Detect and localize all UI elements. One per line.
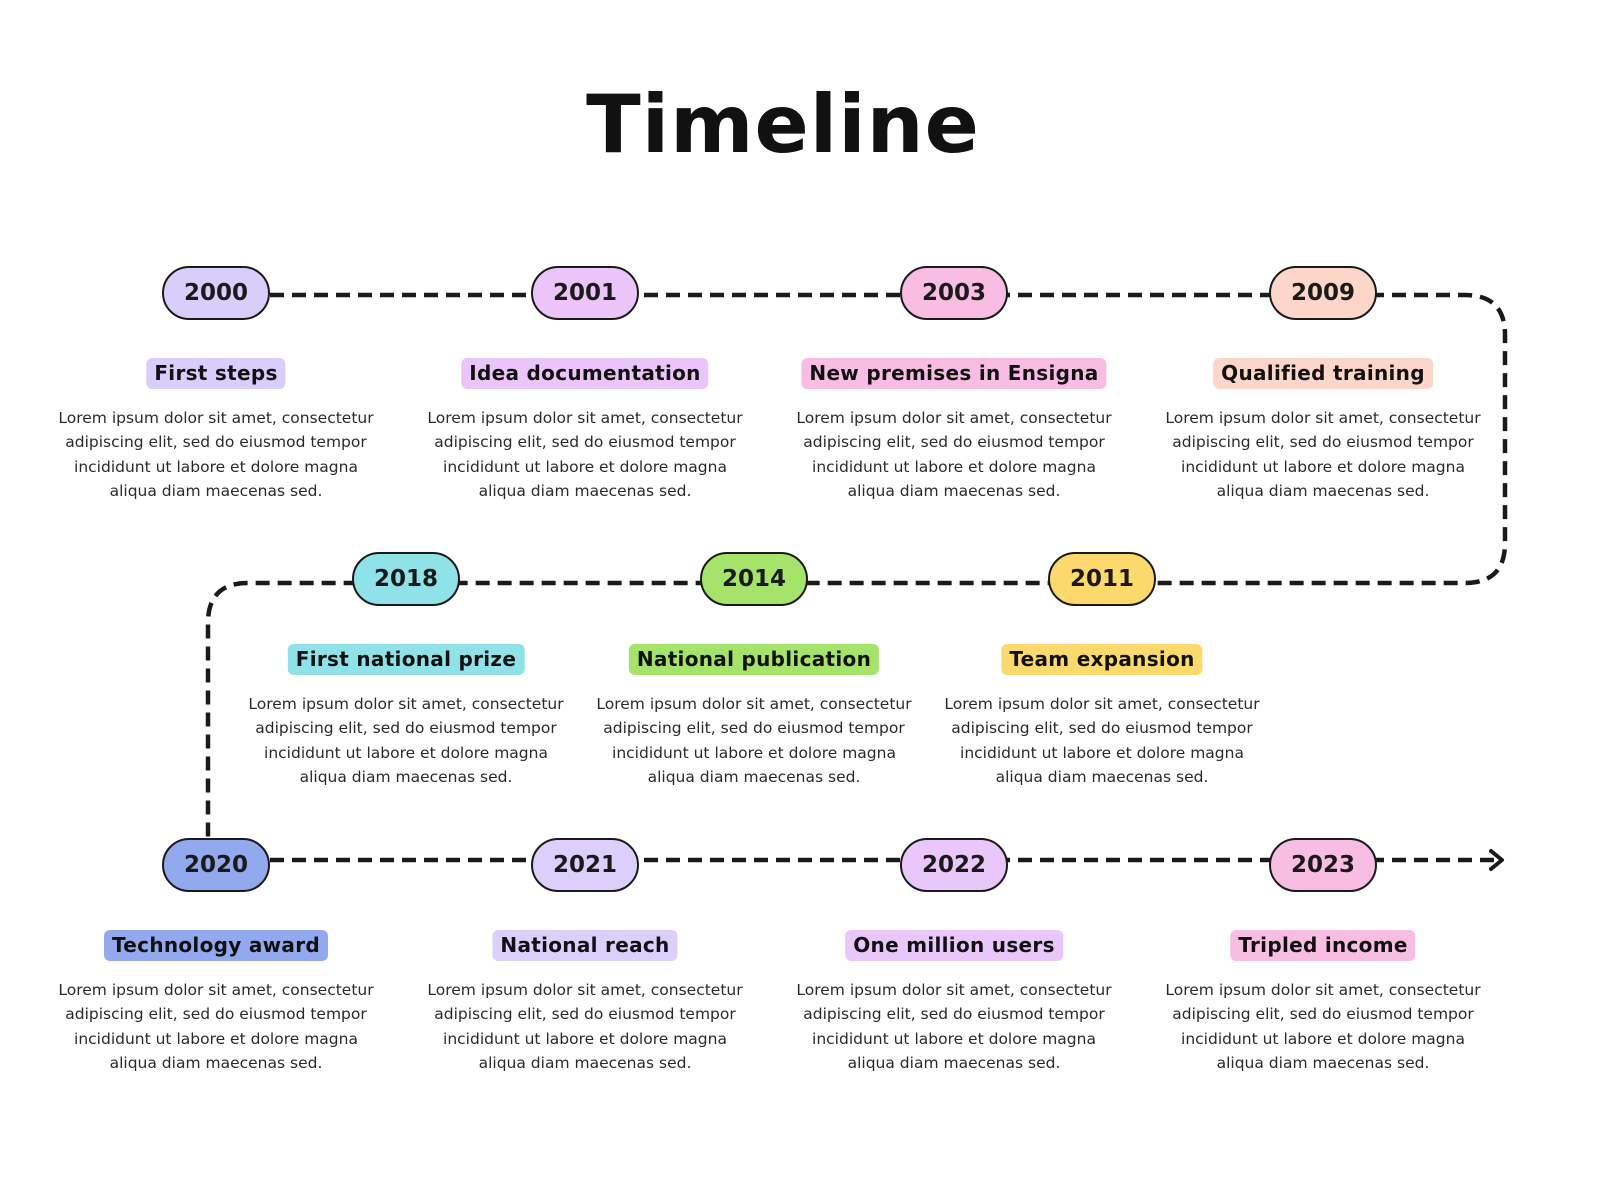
event-label: New premises in Ensigna — [801, 358, 1107, 389]
year-pill: 2014 — [700, 552, 808, 606]
event-description: Lorem ipsum dolor sit amet, consectetur a… — [796, 409, 1112, 500]
year-pill: 2011 — [1048, 552, 1156, 606]
event-description: Lorem ipsum dolor sit amet, consectetur a… — [796, 981, 1112, 1072]
event-description: Lorem ipsum dolor sit amet, consectetur a… — [1165, 409, 1481, 500]
year-pill: 2021 — [531, 838, 639, 892]
event-label: First national prize — [287, 644, 525, 675]
year-pill: 2000 — [162, 266, 270, 320]
event-label: National reach — [492, 930, 678, 961]
event-label: Technology award — [104, 930, 328, 961]
event-description: Lorem ipsum dolor sit amet, consectetur a… — [1165, 981, 1481, 1072]
year-pill: 2022 — [900, 838, 1008, 892]
event-label: National publication — [628, 644, 880, 675]
event-label: Tripled income — [1230, 930, 1416, 961]
event-description: Lorem ipsum dolor sit amet, consectetur a… — [248, 695, 564, 786]
event-description: Lorem ipsum dolor sit amet, consectetur a… — [427, 409, 743, 500]
event-description: Lorem ipsum dolor sit amet, consectetur a… — [58, 409, 374, 500]
event-label: Qualified training — [1213, 358, 1433, 389]
event-label: Team expansion — [1001, 644, 1203, 675]
event-description: Lorem ipsum dolor sit amet, consectetur a… — [596, 695, 912, 786]
year-pill: 2023 — [1269, 838, 1377, 892]
year-pill: 2001 — [531, 266, 639, 320]
year-pill: 2020 — [162, 838, 270, 892]
event-label: One million users — [845, 930, 1063, 961]
event-description: Lorem ipsum dolor sit amet, consectetur a… — [58, 981, 374, 1072]
year-pill: 2018 — [352, 552, 460, 606]
year-pill: 2009 — [1269, 266, 1377, 320]
event-description: Lorem ipsum dolor sit amet, consectetur a… — [944, 695, 1260, 786]
year-pill: 2003 — [900, 266, 1008, 320]
event-label: First steps — [146, 358, 286, 389]
event-description: Lorem ipsum dolor sit amet, consectetur a… — [427, 981, 743, 1072]
event-label: Idea documentation — [461, 358, 709, 389]
